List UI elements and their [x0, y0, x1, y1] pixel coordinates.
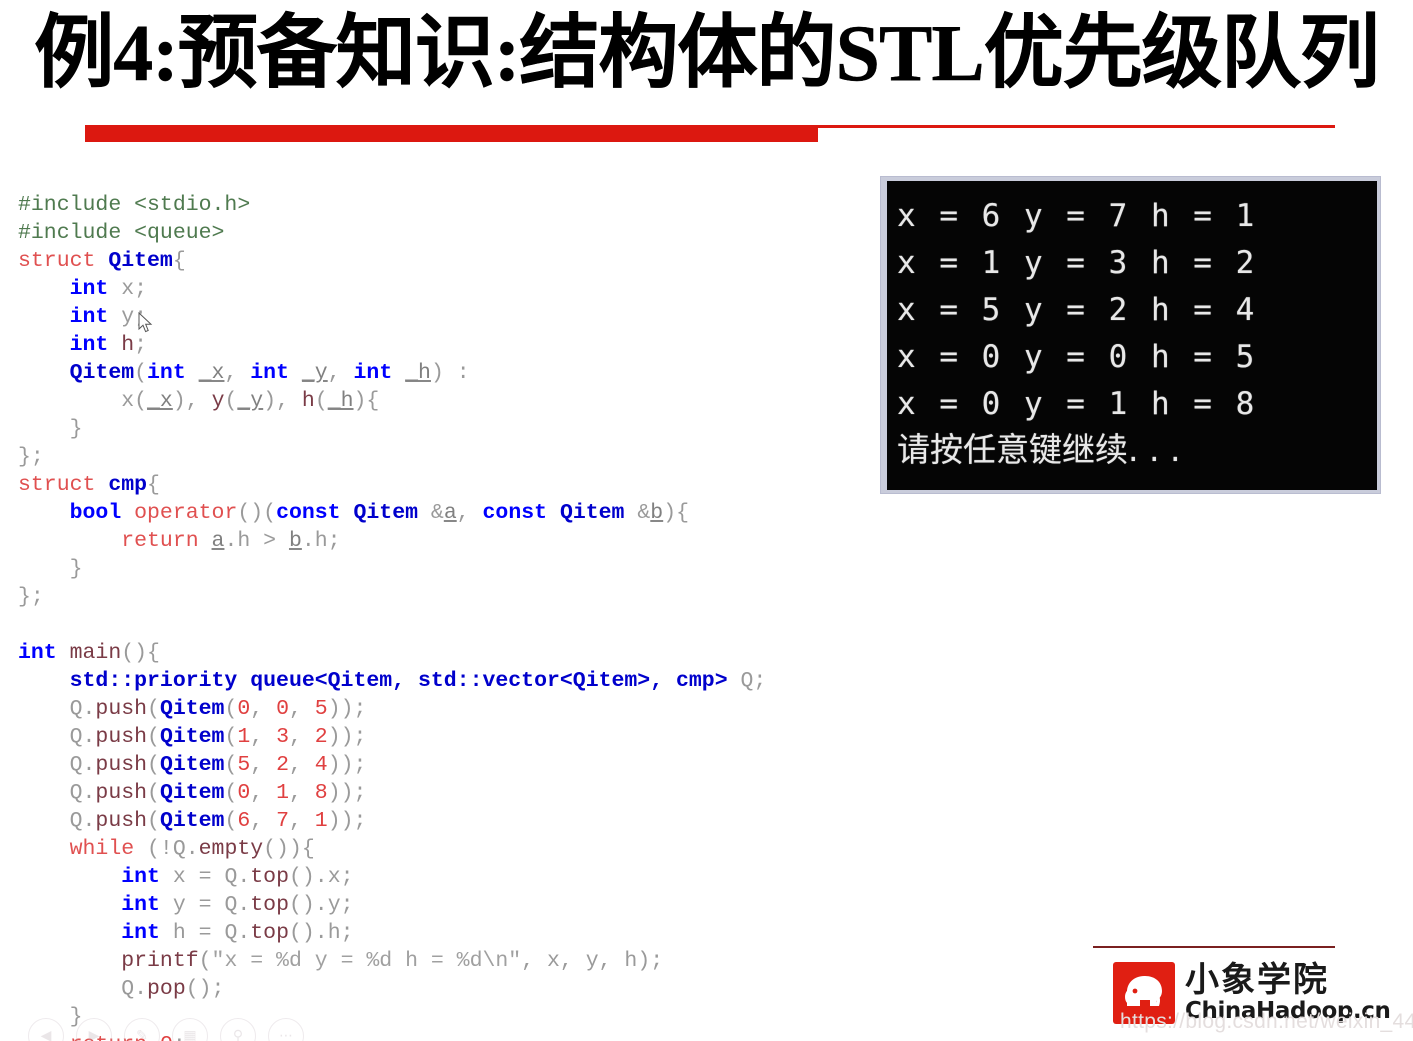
title-underline-thick	[85, 125, 818, 142]
code-line: Q.push(Qitem(5, 2, 4));	[18, 753, 367, 777]
code-line: int main(){	[18, 641, 160, 665]
code-line: printf("x = %d y = %d h = %d\n", x, y, h…	[121, 949, 664, 973]
slide-canvas: 例4:预备知识:结构体的STL优先级队列 #include <stdio.h> #…	[0, 0, 1413, 1041]
code-line: }	[18, 417, 83, 441]
code-line: return a.h > b.h;	[121, 529, 341, 553]
code-line: struct Qitem{	[18, 249, 186, 273]
brand-name-cn: 小象学院	[1185, 960, 1329, 1000]
more-options-icon[interactable]: ⋯	[268, 1018, 304, 1041]
code-line: Q.push(Qitem(1, 3, 2));	[18, 725, 367, 749]
code-line: int h;	[69, 333, 148, 357]
code-line: Q.push(Qitem(6, 7, 1));	[18, 809, 367, 833]
page-title: 例4:预备知识:结构体的STL优先级队列	[34, 10, 1380, 98]
console-screen: x = 6 y = 7 h = 1 x = 1 y = 3 h = 2 x = …	[887, 181, 1377, 490]
code-line: };	[18, 445, 44, 469]
code-line: while (!Q.empty()){	[69, 837, 315, 861]
presentation-toolbar[interactable]: ◀ ▶ ✎ ▦ ⚲ ⋯	[28, 1018, 304, 1041]
all-slides-icon[interactable]: ▦	[172, 1018, 208, 1041]
code-line: Q.pop();	[18, 977, 225, 1001]
console-prompt: 请按任意键继续. . .	[897, 430, 1181, 469]
code-line: std::priority queue<Qitem, std::vector<Q…	[69, 669, 767, 693]
console-line: x = 6 y = 7 h = 1	[897, 198, 1257, 234]
code-line: bool operator()(const Qitem &a, const Qi…	[69, 501, 689, 525]
console-line: x = 5 y = 2 h = 4	[897, 292, 1257, 328]
code-line: int x;	[69, 277, 148, 301]
code-line: }	[18, 557, 83, 581]
code-line: #include <queue>	[18, 221, 225, 245]
watermark-url: https://blog.csdn.net/weixin_44944046	[1120, 1010, 1413, 1033]
code-line: x(_x), y(_y), h(_h){	[18, 389, 380, 413]
code-line: Qitem(int _x, int _y, int _h) :	[69, 361, 470, 385]
code-block: #include <stdio.h> #include <queue> struct…	[18, 163, 878, 1041]
code-line: struct cmp{	[18, 473, 160, 497]
code-line: };	[18, 585, 44, 609]
pen-icon[interactable]: ✎	[124, 1018, 160, 1041]
zoom-icon[interactable]: ⚲	[220, 1018, 256, 1041]
code-line: int x = Q.top().x;	[121, 865, 354, 889]
next-slide-icon[interactable]: ▶	[76, 1018, 112, 1041]
code-line: Q.push(Qitem(0, 1, 8));	[18, 781, 367, 805]
console-line: x = 1 y = 3 h = 2	[897, 245, 1257, 281]
code-line: Q.push(Qitem(0, 0, 5));	[18, 697, 367, 721]
code-line: #include <stdio.h>	[18, 193, 251, 217]
console-line: x = 0 y = 1 h = 8	[897, 386, 1257, 422]
footer-divider	[1093, 946, 1335, 948]
code-line: int h = Q.top().h;	[121, 921, 354, 945]
code-line: int y = Q.top().y;	[121, 893, 354, 917]
console-window: x = 6 y = 7 h = 1 x = 1 y = 3 h = 2 x = …	[881, 177, 1380, 493]
prev-slide-icon[interactable]: ◀	[28, 1018, 64, 1041]
console-line: x = 0 y = 0 h = 5	[897, 339, 1257, 375]
mouse-pointer-icon	[138, 312, 153, 333]
